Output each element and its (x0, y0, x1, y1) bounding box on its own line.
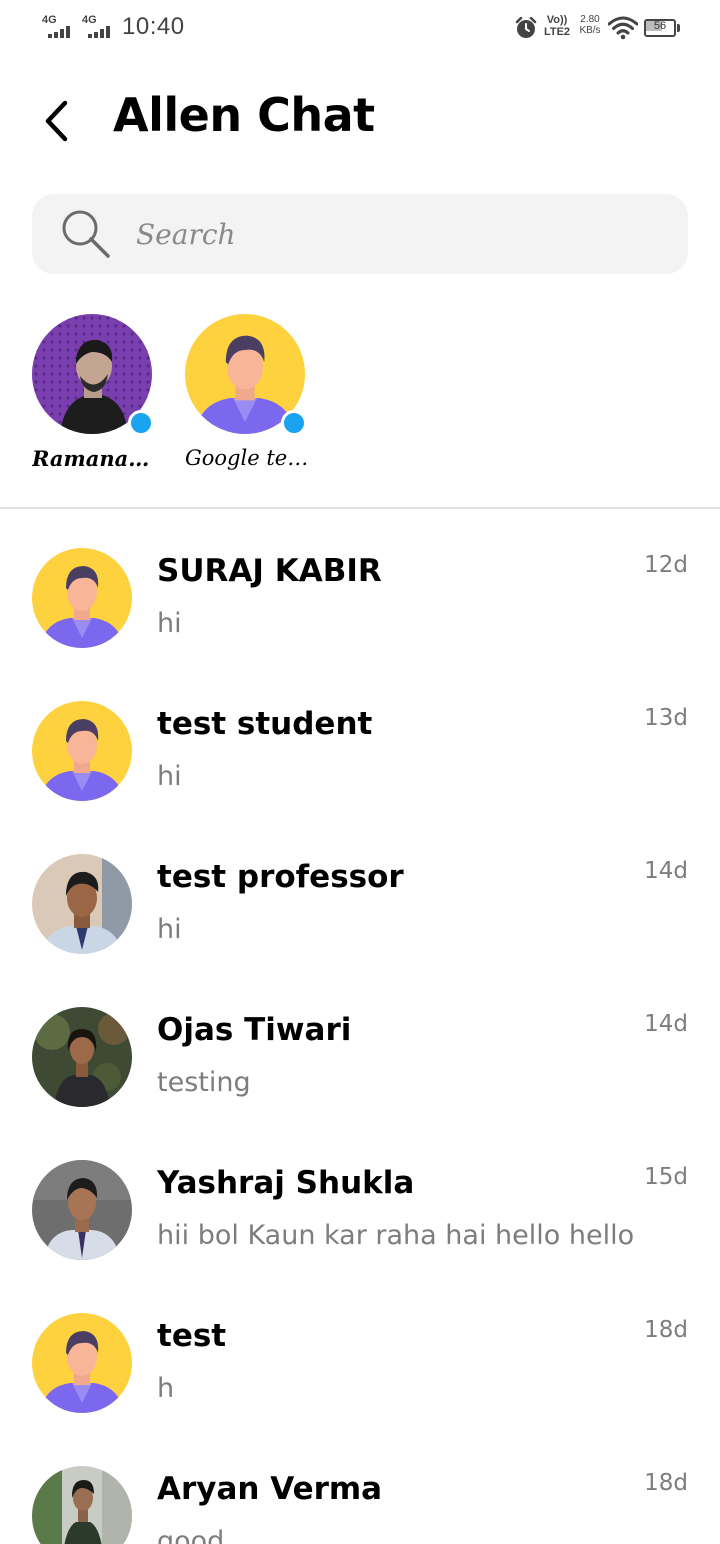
avatar (32, 1160, 132, 1260)
online-indicator (128, 410, 154, 436)
chat-time: 18d (644, 1317, 688, 1343)
chat-list-item[interactable]: Ojas Tiwari testing 14d (0, 1007, 720, 1160)
battery-level: 56 (653, 20, 667, 32)
status-time: 10:40 (122, 13, 185, 40)
chat-name: Yashraj Shukla (157, 1165, 415, 1201)
back-button[interactable] (36, 96, 76, 146)
status-bar: 4G 4G 10:40 Vo)) LTE2 2.80 KB/s 56 (0, 0, 720, 58)
chevron-left-icon (45, 100, 68, 142)
default-avatar-icon (32, 548, 132, 648)
page-title: Allen Chat (113, 88, 375, 142)
default-avatar-icon (32, 1313, 132, 1413)
chat-time: 14d (644, 1011, 688, 1037)
avatar (32, 1007, 132, 1107)
sim2-label: 4G (82, 14, 97, 26)
chat-list-item[interactable]: Yashraj Shukla hii bol Kaun kar raha hai… (0, 1160, 720, 1313)
online-user-name: Google tes... (185, 446, 315, 470)
chat-time: 14d (644, 858, 688, 884)
chat-last-message: hi (157, 608, 182, 639)
avatar (32, 854, 132, 954)
search-icon (62, 210, 110, 258)
chat-name: Ojas Tiwari (157, 1012, 352, 1048)
volte-top: Vo)) (546, 14, 568, 26)
default-avatar-icon (32, 701, 132, 801)
chat-last-message: good (157, 1526, 225, 1544)
online-user-name: Ramanand ... (32, 446, 162, 471)
chat-list-item[interactable]: test student hi 13d (0, 701, 720, 854)
sim1-label: 4G (42, 14, 57, 26)
chat-list-item[interactable]: SURAJ KABIR hi 12d (0, 548, 720, 701)
online-indicator (281, 410, 307, 436)
volte-indicator: Vo)) LTE2 (542, 14, 572, 38)
battery-icon: 56 (644, 19, 680, 39)
alarm-icon (515, 17, 537, 38)
network-speed: 2.80 KB/s (576, 14, 604, 36)
avatar (32, 1466, 132, 1544)
chat-last-message: hii bol Kaun kar raha hai hello hello (157, 1220, 635, 1251)
chat-last-message: hi (157, 761, 182, 792)
volte-bottom: LTE2 (543, 26, 571, 38)
speed-unit: KB/s (579, 25, 601, 36)
chat-time: 12d (644, 552, 688, 578)
chat-time: 15d (644, 1164, 688, 1190)
chat-name: Aryan Verma (157, 1471, 383, 1507)
divider (0, 507, 720, 509)
wifi-icon (608, 16, 638, 40)
chat-name: test (157, 1318, 227, 1354)
chat-list-item[interactable]: test professor hi 14d (0, 854, 720, 1007)
chat-last-message: hi (157, 914, 182, 945)
chat-time: 13d (644, 705, 688, 731)
search-input[interactable] (136, 214, 656, 254)
chat-last-message: h (157, 1373, 175, 1404)
chat-list-item[interactable]: Aryan Verma good 18d (0, 1466, 720, 1544)
chat-list-item[interactable]: test h 18d (0, 1313, 720, 1466)
speed-value: 2.80 (580, 14, 600, 25)
chat-time: 18d (644, 1470, 688, 1496)
chat-name: test professor (157, 859, 404, 895)
chat-name: test student (157, 706, 373, 742)
chat-name: SURAJ KABIR (157, 553, 382, 589)
chat-last-message: testing (157, 1067, 251, 1098)
search-bar[interactable] (32, 194, 688, 274)
